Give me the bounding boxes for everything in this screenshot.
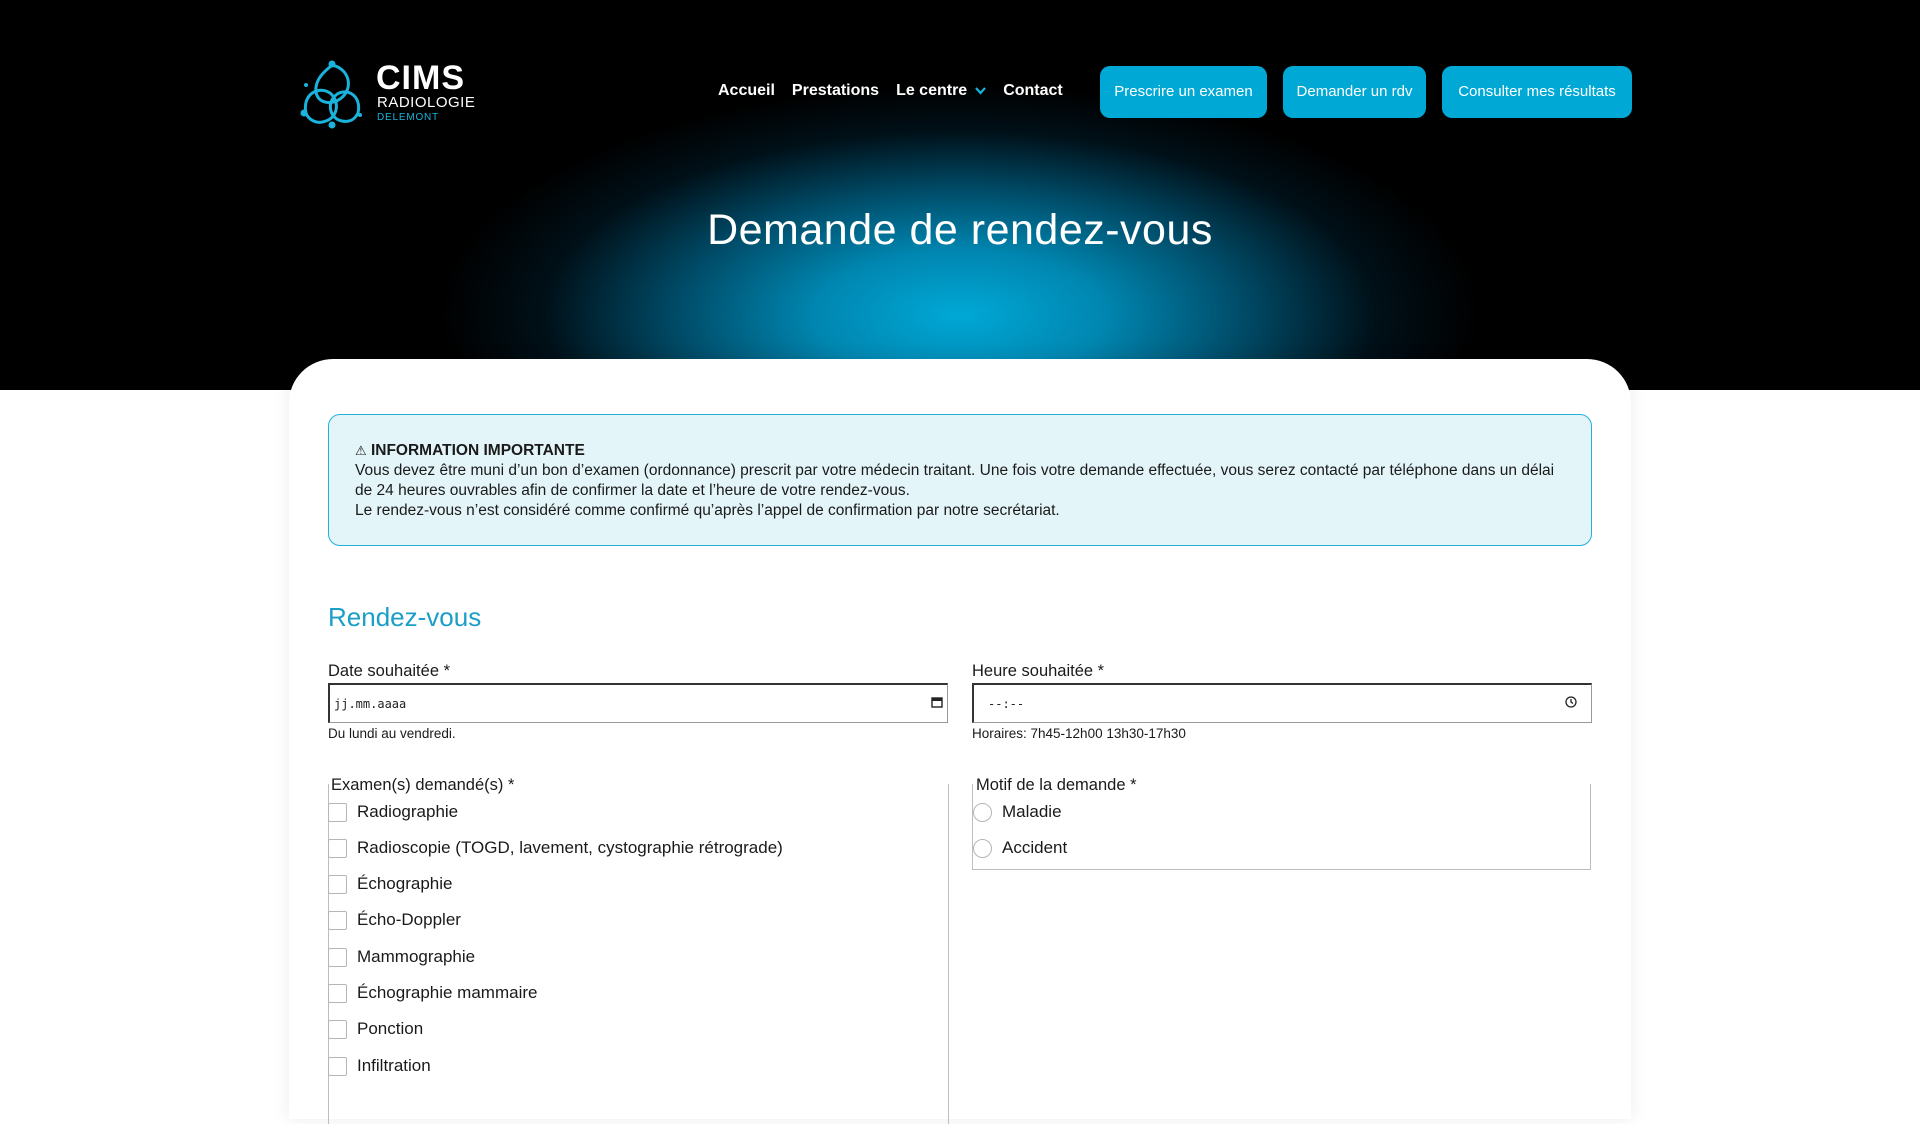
exam-option-echographie-mammaire[interactable]: Échographie mammaire [328,983,537,1003]
logo-subtitle: RADIOLOGIE [377,94,476,111]
time-input[interactable]: --:-- [972,683,1592,723]
exam-option-ponction[interactable]: Ponction [328,1019,423,1039]
demander-rdv-button[interactable]: Demander un rdv [1283,66,1426,118]
exam-option-label: Infiltration [357,1056,431,1075]
consulter-resultats-button[interactable]: Consulter mes résultats [1442,66,1632,118]
info-heading-text: INFORMATION IMPORTANTE [370,442,585,459]
exam-option-label: Écho-Doppler [357,910,461,929]
time-help: Horaires: 7h45-12h00 13h30-17h30 [972,726,1186,741]
chevron-down-icon [975,84,987,98]
nav-item-accueil[interactable]: Accueil [718,82,775,100]
logo-city: DELEMONT [377,112,439,123]
time-placeholder: --:-- [988,696,1025,711]
warning-icon: ⚠ [355,443,367,458]
nav-item-le-centre-label: Le centre [896,82,968,99]
checkbox[interactable] [328,910,347,930]
calendar-icon[interactable] [931,696,943,711]
motif-option-label: Maladie [1002,802,1062,821]
exam-option-label: Radioscopie (TOGD, lavement, cystographi… [357,838,783,857]
nav-item-contact[interactable]: Contact [1003,82,1063,100]
cims-logo[interactable]: CIMS RADIOLOGIE DELEMONT [292,55,482,130]
date-help: Du lundi au vendredi. [328,726,456,741]
radio-button[interactable] [973,802,992,822]
checkbox[interactable] [328,802,347,822]
exam-option-echographie[interactable]: Échographie [328,874,452,894]
exam-option-mammographie[interactable]: Mammographie [328,947,475,967]
checkbox[interactable] [328,947,347,967]
section-title: Rendez-vous [328,602,482,632]
logo-brand-name: CIMS [376,59,465,97]
date-label: Date souhaitée * [328,662,451,680]
radio-button[interactable] [973,838,992,858]
exam-option-radioscopie[interactable]: Radioscopie (TOGD, lavement, cystographi… [328,838,783,858]
checkbox[interactable] [328,1019,347,1039]
important-info-box: ⚠ INFORMATION IMPORTANTE Vous devez être… [328,414,1592,546]
logo-emblem-icon [300,60,362,129]
main-nav: Accueil Prestations Le centre Contact [718,82,1080,100]
time-label: Heure souhaitée * [972,662,1105,680]
prescrire-examen-button[interactable]: Prescrire un examen [1100,66,1267,118]
form-card: ⚠ INFORMATION IMPORTANTE Vous devez être… [289,359,1631,1124]
exam-option-radiographie[interactable]: Radiographie [328,802,458,822]
page-title: Demande de rendez-vous [707,206,1213,254]
exam-option-label: Mammographie [357,947,476,966]
info-heading: ⚠ INFORMATION IMPORTANTE [355,441,1565,461]
exam-option-label: Radiographie [357,802,459,821]
nav-item-le-centre[interactable]: Le centre [896,82,987,100]
checkbox[interactable] [328,874,347,894]
clock-icon[interactable] [1565,696,1577,711]
exam-option-label: Échographie mammaire [357,983,538,1002]
motif-option-label: Accident [1002,838,1068,857]
date-placeholder: jj.mm.aaaa [334,696,407,711]
date-input[interactable]: jj.mm.aaaa [328,683,948,723]
motif-option-accident[interactable]: Accident [973,838,1067,858]
motif-option-maladie[interactable]: Maladie [973,802,1062,822]
checkbox[interactable] [328,983,347,1003]
checkbox[interactable] [328,838,347,858]
checkbox[interactable] [328,1056,347,1076]
info-text-line1: Vous devez être muni d’un bon d’examen (… [355,462,1555,499]
exams-legend: Examen(s) demandé(s) * [331,776,515,795]
exam-option-echo-doppler[interactable]: Écho-Doppler [328,910,461,930]
motif-legend: Motif de la demande * [976,776,1137,795]
hero-header: CIMS RADIOLOGIE DELEMONT Accueil Prestat… [0,0,1920,390]
info-text-line2: Le rendez-vous n’est considéré comme con… [355,502,1060,519]
exam-option-label: Ponction [357,1019,424,1038]
nav-item-prestations[interactable]: Prestations [792,82,879,100]
exam-option-label: Échographie [357,874,453,893]
exam-option-infiltration[interactable]: Infiltration [328,1056,431,1076]
